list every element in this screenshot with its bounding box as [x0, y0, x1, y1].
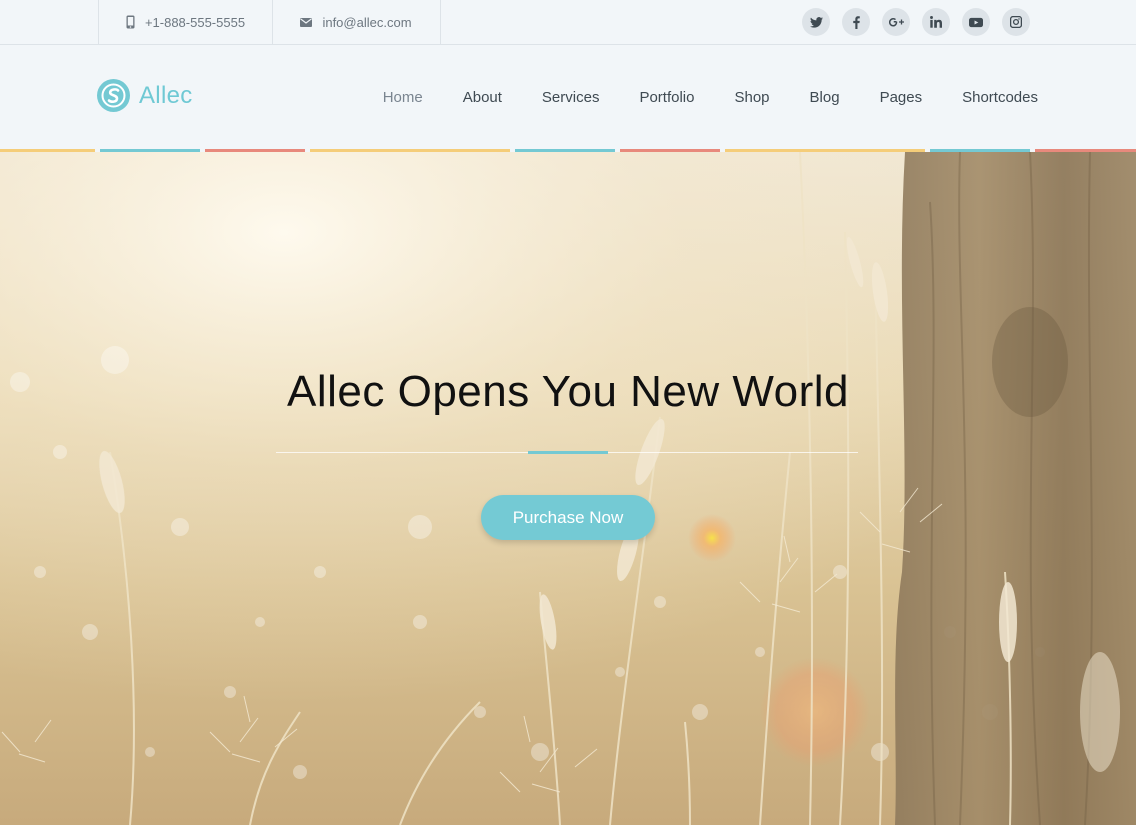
- hero-divider-accent: [528, 451, 608, 454]
- nav-item-home[interactable]: Home: [383, 89, 423, 106]
- social-links: [802, 8, 1030, 36]
- nav-item-pages[interactable]: Pages: [880, 89, 923, 106]
- logo-icon: [97, 79, 130, 112]
- instagram-icon[interactable]: [1002, 8, 1030, 36]
- hero-section: Allec Opens You New World Purchase Now: [0, 152, 1136, 825]
- nav-item-shortcodes[interactable]: Shortcodes: [962, 89, 1038, 106]
- twitter-icon[interactable]: [802, 8, 830, 36]
- nav-item-portfolio[interactable]: Portfolio: [639, 89, 694, 106]
- nav-item-blog[interactable]: Blog: [810, 89, 840, 106]
- logo-text: Allec: [139, 81, 193, 109]
- nav-item-shop[interactable]: Shop: [734, 89, 769, 106]
- phone-contact[interactable]: +1-888-555-5555: [98, 0, 273, 44]
- phone-number: +1-888-555-5555: [144, 14, 246, 30]
- nav-item-about[interactable]: About: [463, 89, 502, 106]
- top-bar: +1-888-555-5555 info@allec.com: [0, 0, 1136, 45]
- facebook-icon[interactable]: [842, 8, 870, 36]
- linkedin-icon[interactable]: [922, 8, 950, 36]
- envelope-icon: [300, 17, 313, 27]
- main-nav: Home About Services Portfolio Shop Blog …: [383, 45, 1038, 149]
- nav-item-services[interactable]: Services: [542, 89, 600, 106]
- email-contact[interactable]: info@allec.com: [272, 0, 441, 44]
- purchase-now-button[interactable]: Purchase Now: [481, 495, 655, 540]
- google-plus-icon[interactable]: [882, 8, 910, 36]
- site-header: Allec Home About Services Portfolio Shop…: [0, 45, 1136, 149]
- email-address: info@allec.com: [322, 14, 412, 30]
- youtube-icon[interactable]: [962, 8, 990, 36]
- hero-title: Allec Opens You New World: [287, 367, 849, 416]
- site-logo[interactable]: Allec: [97, 79, 193, 112]
- mobile-phone-icon: [126, 15, 135, 29]
- hero-background-image: [0, 152, 1136, 825]
